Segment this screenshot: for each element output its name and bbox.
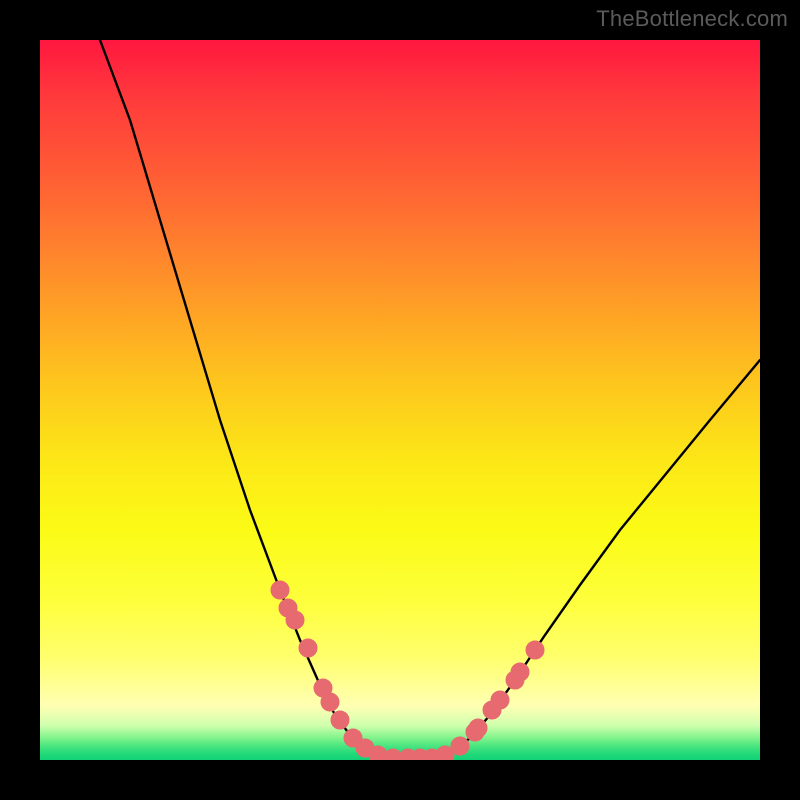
bottleneck-curve: [100, 40, 760, 758]
data-point: [286, 611, 304, 629]
data-point: [526, 641, 544, 659]
data-point: [299, 639, 317, 657]
chart-svg: [40, 40, 760, 760]
data-point: [331, 711, 349, 729]
data-point: [491, 691, 509, 709]
data-point: [271, 581, 289, 599]
data-point: [469, 719, 487, 737]
plot-area: [40, 40, 760, 760]
data-point: [321, 693, 339, 711]
data-point: [511, 663, 529, 681]
watermark-text: TheBottleneck.com: [596, 6, 788, 32]
marker-group: [271, 581, 544, 760]
chart-frame: TheBottleneck.com: [0, 0, 800, 800]
data-point: [451, 737, 469, 755]
curve-group: [100, 40, 760, 758]
